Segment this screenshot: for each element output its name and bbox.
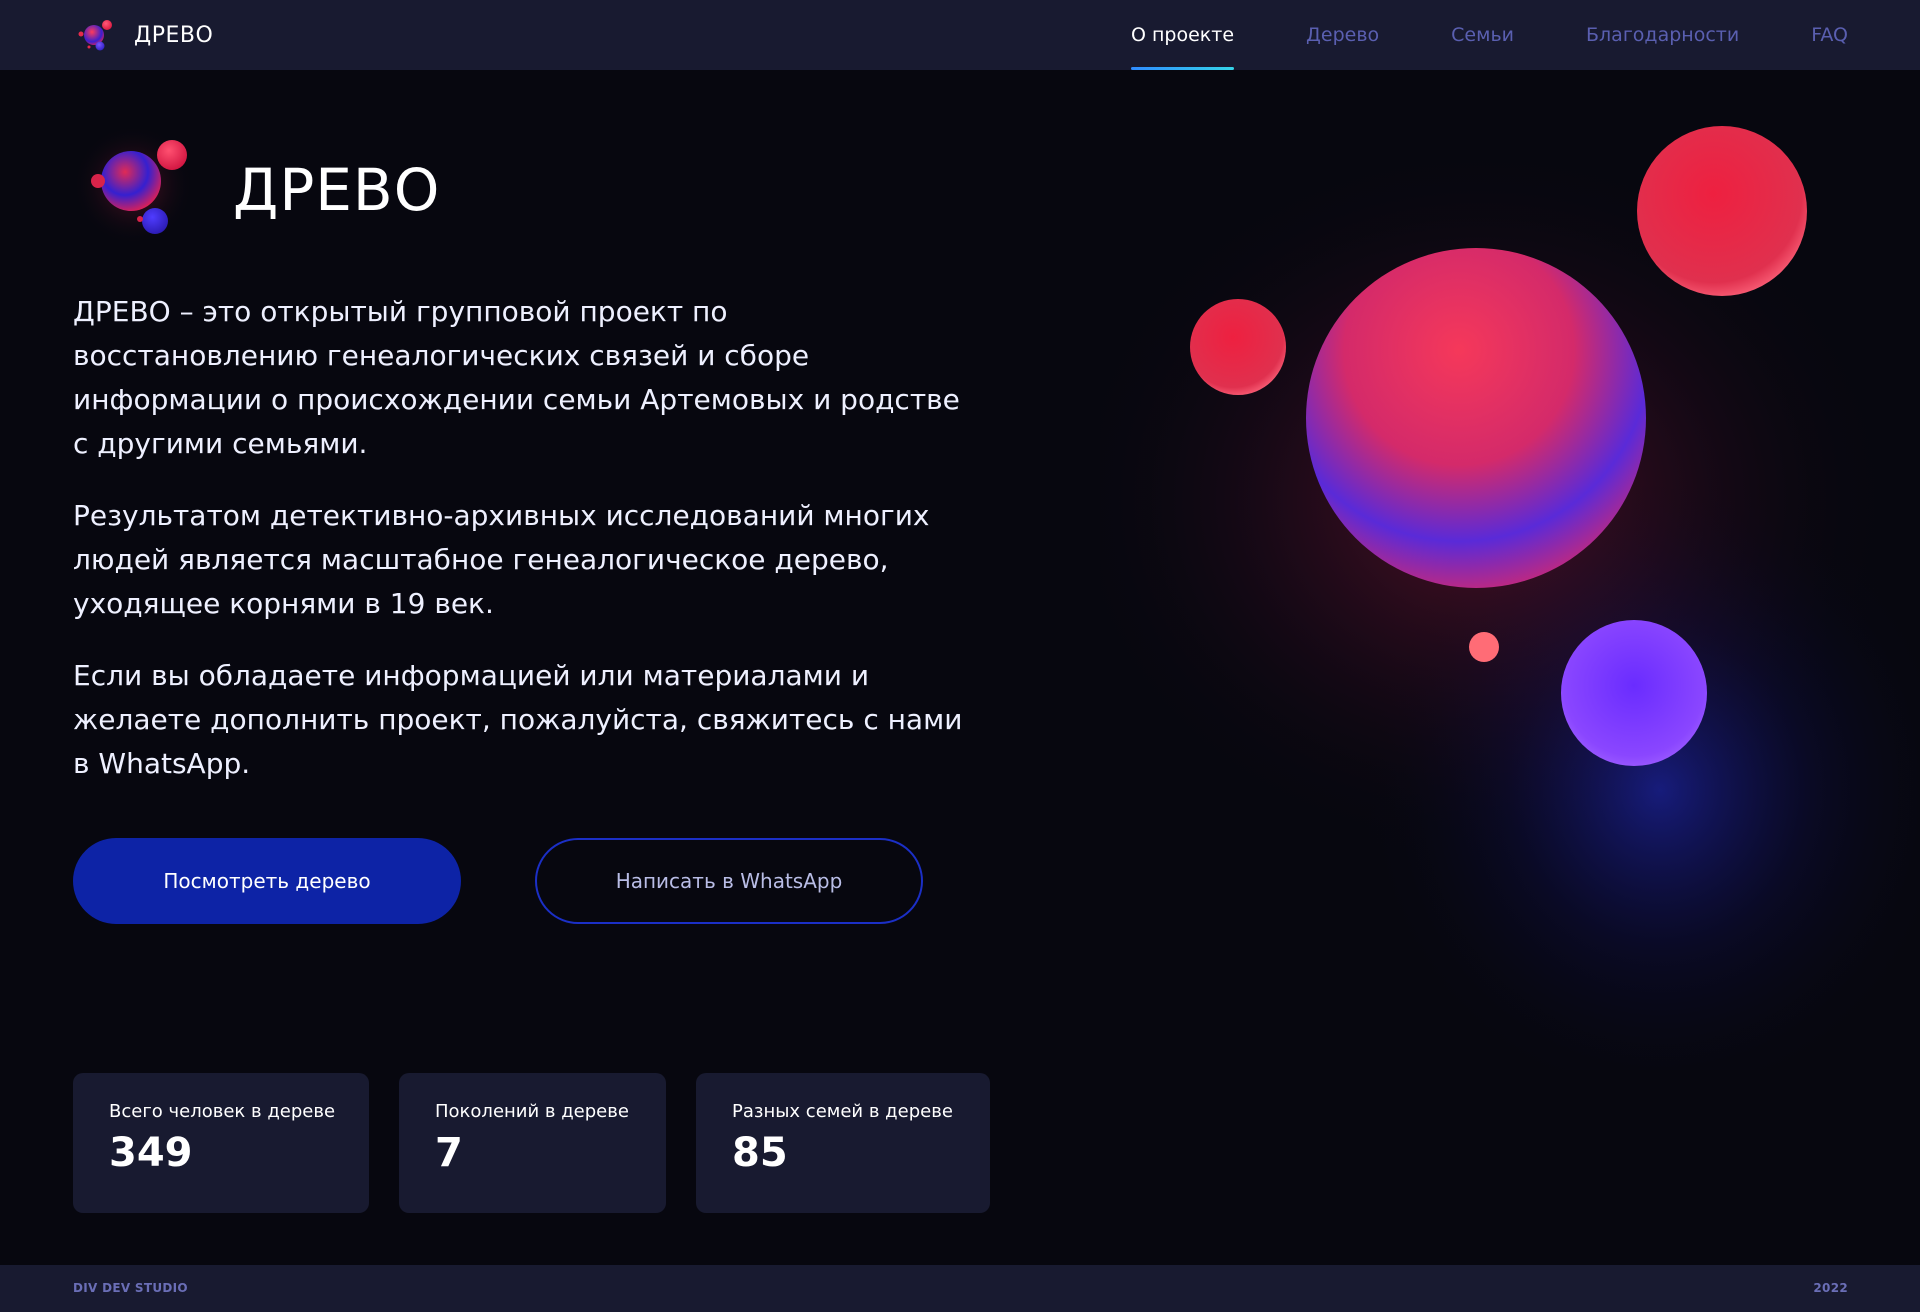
- nav-item-families[interactable]: Семьи: [1451, 0, 1514, 70]
- nav-item-about[interactable]: О проекте: [1131, 0, 1235, 70]
- stat-label: Поколений в дереве: [435, 1101, 629, 1122]
- stat-value: 85: [732, 1130, 788, 1176]
- brand-link[interactable]: ДРЕВО: [76, 17, 213, 53]
- bubbles-logo-icon: [73, 125, 193, 245]
- stat-value: 7: [435, 1130, 463, 1176]
- brand-name: ДРЕВО: [134, 22, 214, 48]
- description-paragraph: ДРЕВО – это открытый групповой проект по…: [73, 295, 960, 460]
- bubbles-logo-icon: [78, 20, 112, 51]
- stat-card-families: Разных семей в дереве 85: [696, 1073, 990, 1213]
- nav-item-thanks[interactable]: Благодарности: [1586, 0, 1739, 70]
- stat-card-people: Всего человек в дереве 349: [73, 1073, 369, 1213]
- footer-year: 2022: [1813, 1281, 1848, 1295]
- whatsapp-button[interactable]: Написать в WhatsApp: [535, 838, 923, 924]
- stat-label: Всего человек в дереве: [109, 1101, 336, 1122]
- stat-card-generations: Поколений в дереве 7: [399, 1073, 666, 1213]
- decorative-spheres-illustration: [1100, 126, 1920, 1070]
- stats-section: Всего человек в дереве 349 Поколений в д…: [73, 1073, 990, 1213]
- stat-label: Разных семей в дереве: [732, 1101, 953, 1122]
- footer-studio-name: DIV DEV STUDIO: [73, 1281, 188, 1295]
- hero-header: ДРЕВО: [73, 120, 1003, 260]
- main-nav: О проекте Дерево Семьи Благодарности FAQ: [1131, 0, 1848, 70]
- nav-item-tree[interactable]: Дерево: [1306, 0, 1379, 70]
- footer: DIV DEV STUDIO 2022: [0, 1265, 1920, 1312]
- hero-section: ДРЕВО ДРЕВО – это открытый групповой про…: [73, 120, 1003, 814]
- top-navigation-bar: ДРЕВО О проекте Дерево Семьи Благодарнос…: [0, 0, 1920, 70]
- hero-actions: Посмотреть дерево Написать в WhatsApp: [73, 838, 923, 924]
- page: ДРЕВО О проекте Дерево Семьи Благодарнос…: [0, 0, 1920, 1312]
- description-paragraph: Если вы обладаете информацией или матери…: [73, 659, 963, 780]
- hero-description: ДРЕВО – это открытый групповой проект по…: [73, 290, 1003, 786]
- description-paragraph: Результатом детективно-архивных исследов…: [73, 499, 930, 620]
- nav-item-faq[interactable]: FAQ: [1811, 0, 1848, 70]
- stat-value: 349: [109, 1130, 193, 1176]
- view-tree-button[interactable]: Посмотреть дерево: [73, 838, 461, 924]
- page-title: ДРЕВО: [233, 156, 441, 224]
